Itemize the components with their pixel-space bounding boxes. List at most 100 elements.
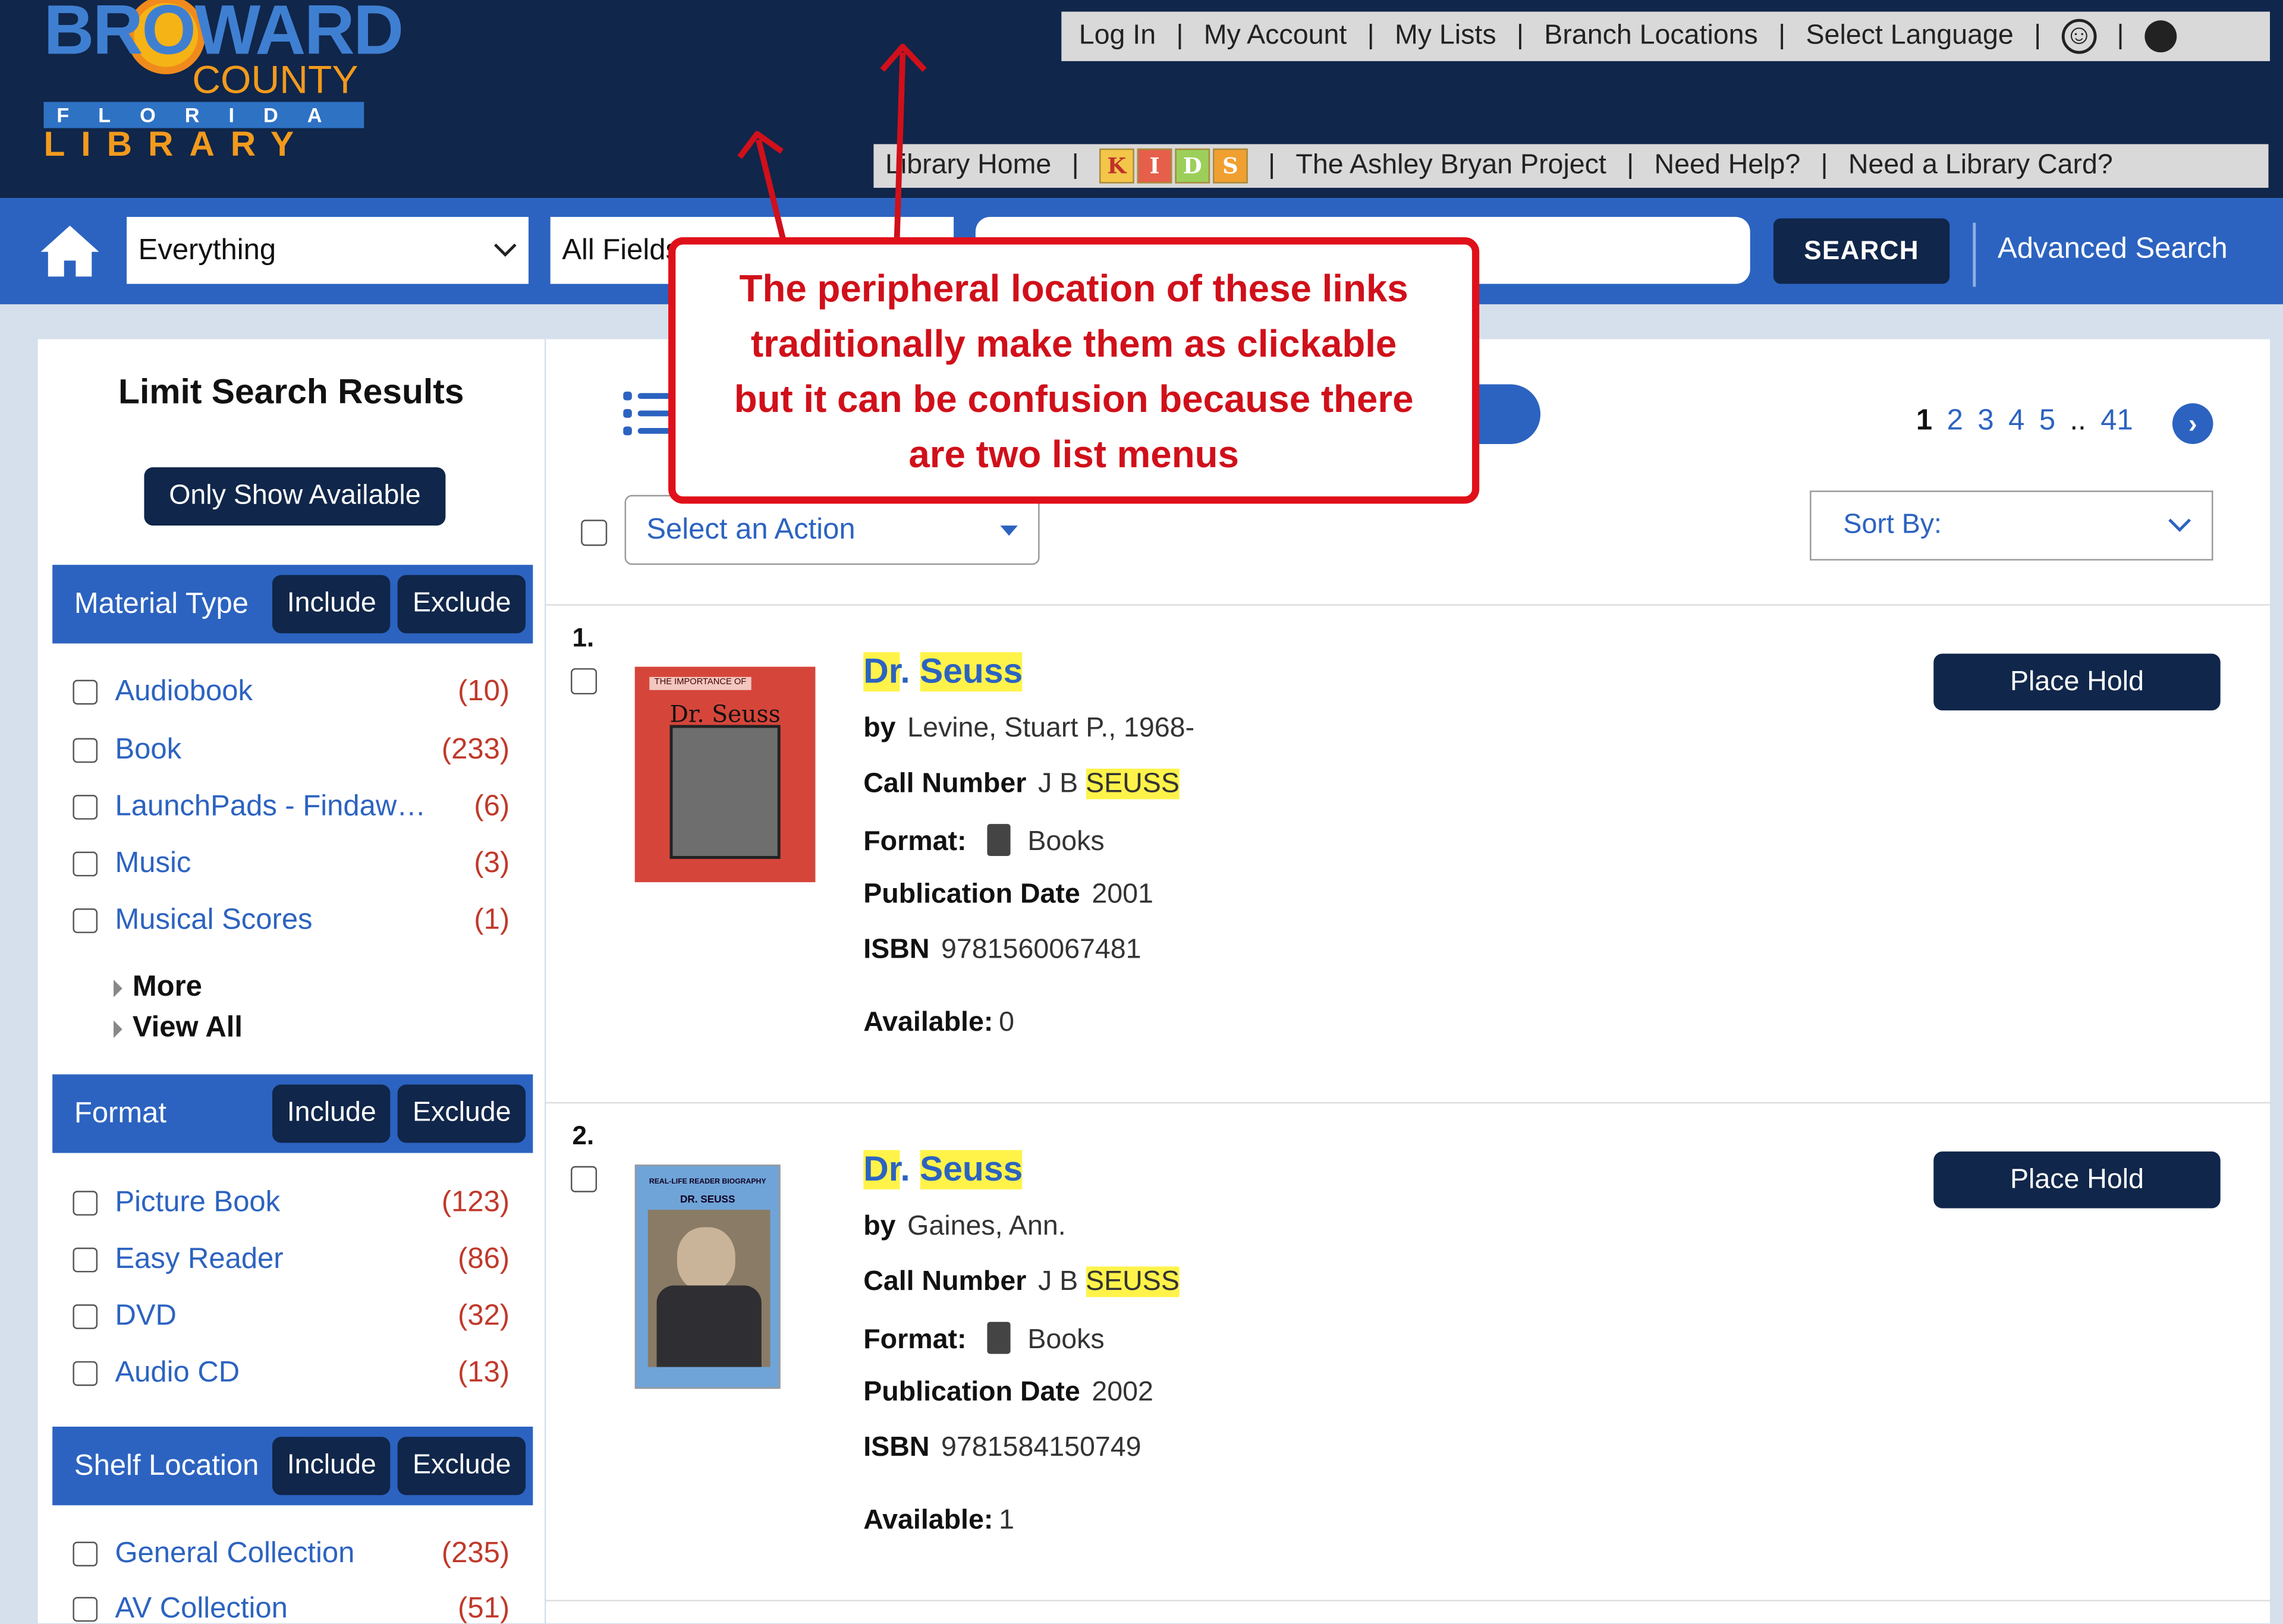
author-link[interactable]: Levine, Stuart P., 1968- (907, 713, 1194, 744)
facet-item[interactable]: General Collection (235) (73, 1533, 510, 1574)
facet-checkbox[interactable] (73, 737, 98, 763)
search-scope-select[interactable]: Everything (127, 216, 529, 284)
nav-separator: | (1071, 150, 1079, 181)
facet-count: (13) (458, 1356, 510, 1389)
result-number: 1. (572, 623, 595, 653)
facet-item[interactable]: Easy Reader (86) (73, 1239, 510, 1280)
cover-subtitle: REAL-LIFE READER BIOGRAPHY (649, 1178, 766, 1186)
page-link[interactable]: 2 (1947, 405, 1963, 438)
field-label: Format: (863, 1324, 967, 1356)
facet-checkbox[interactable] (73, 794, 98, 819)
exclude-button[interactable]: Exclude (398, 1437, 526, 1496)
facet-label[interactable]: Picture Book (115, 1186, 441, 1219)
kids-blocks-logo[interactable]: K I D S (1099, 148, 1248, 184)
facet-item[interactable]: DVD (32) (73, 1296, 510, 1337)
facet-label[interactable]: General Collection (115, 1537, 441, 1570)
help-icon[interactable]: ? (2144, 20, 2177, 53)
sort-by-dropdown[interactable]: Sort By: (1810, 490, 2213, 561)
author-link[interactable]: Gaines, Ann. (907, 1211, 1065, 1242)
facet-item[interactable]: Picture Book (123) (73, 1182, 510, 1223)
list-view-icon[interactable] (623, 390, 673, 445)
book-cover-image[interactable]: REAL-LIFE READER BIOGRAPHY DR. SEUSS (634, 1165, 781, 1389)
page-link[interactable]: 5 (2039, 405, 2055, 438)
result-pub-date: Publication Date 2001 (863, 879, 1153, 911)
page-current[interactable]: 1 (1916, 405, 1932, 438)
place-hold-button[interactable]: Place Hold (1933, 1151, 2221, 1208)
result-pub-date: Publication Date 2002 (863, 1377, 1153, 1409)
facet-label[interactable]: Book (115, 733, 441, 766)
facet-checkbox[interactable] (73, 1247, 98, 1272)
place-hold-button[interactable]: Place Hold (1933, 653, 2221, 711)
search-button[interactable]: SEARCH (1773, 218, 1950, 284)
nav-select-language[interactable]: Select Language (1806, 20, 2014, 52)
nav-branch-locations[interactable]: Branch Locations (1544, 20, 1758, 52)
facet-checkbox[interactable] (73, 851, 98, 876)
facet-checkbox[interactable] (73, 679, 98, 704)
facet-item[interactable]: AV Collection (51) (73, 1588, 510, 1623)
facet-label[interactable]: LaunchPads - Findaw… (115, 790, 474, 823)
nav-ashley-bryan[interactable]: The Ashley Bryan Project (1295, 150, 1606, 182)
result-isbn: ISBN 9781560067481 (863, 934, 1141, 967)
include-button[interactable]: Include (272, 1437, 391, 1496)
select-action-dropdown[interactable]: Select an Action (624, 495, 1040, 565)
facet-item[interactable]: Audio CD (13) (73, 1352, 510, 1393)
result-checkbox[interactable] (571, 668, 598, 695)
pagination: 1 2 3 4 5 .. 41 (1916, 405, 2147, 438)
facet-label[interactable]: Musical Scores (115, 904, 474, 937)
facet-more-toggle[interactable]: More (114, 971, 202, 1004)
annotation-line: but it can be confusion because there (734, 376, 1414, 420)
next-page-icon[interactable]: › (2172, 403, 2213, 444)
facet-checkbox[interactable] (73, 1190, 98, 1215)
facet-item[interactable]: Music (3) (73, 843, 510, 884)
exclude-button[interactable]: Exclude (398, 575, 526, 634)
facet-label[interactable]: Audiobook (115, 675, 458, 708)
nav-library-home[interactable]: Library Home (885, 150, 1051, 182)
result-format: Format: Books (863, 824, 1105, 859)
cover-title: Dr. Seuss (669, 700, 781, 728)
page-link-last[interactable]: 41 (2100, 405, 2133, 438)
facet-label[interactable]: DVD (115, 1299, 458, 1333)
chevron-down-icon (493, 243, 517, 257)
title-highlight: Seuss (920, 652, 1023, 692)
facet-item[interactable]: LaunchPads - Findaw… (6) (73, 786, 510, 827)
facet-label[interactable]: AV Collection (115, 1592, 458, 1623)
title-highlight: Seuss (920, 1150, 1023, 1189)
result-author: by Gaines, Ann. (863, 1211, 1065, 1244)
accessibility-icon[interactable]: ☺ (2061, 18, 2097, 54)
result-title-link[interactable]: Dr. Seuss (863, 1150, 1023, 1191)
library-logo[interactable]: BROWARD COUNTY FLORIDA LIBRARY (43, 0, 404, 165)
facet-item[interactable]: Book (233) (73, 729, 510, 770)
facet-item[interactable]: Musical Scores (1) (73, 899, 510, 940)
advanced-search-link[interactable]: Advanced Search (1998, 233, 2228, 266)
nav-log-in[interactable]: Log In (1079, 20, 1156, 52)
nav-library-card[interactable]: Need a Library Card? (1848, 150, 2113, 182)
facet-checkbox[interactable] (73, 1360, 98, 1386)
nav-need-help[interactable]: Need Help? (1655, 150, 1801, 182)
nav-my-account[interactable]: My Account (1204, 20, 1347, 52)
result-checkbox[interactable] (571, 1166, 598, 1192)
book-icon (986, 1321, 1010, 1354)
select-all-checkbox[interactable] (581, 520, 608, 546)
facet-view-all-toggle[interactable]: View All (114, 1012, 243, 1045)
home-icon[interactable] (38, 221, 102, 279)
page-link[interactable]: 3 (1977, 405, 1993, 438)
facet-label[interactable]: Audio CD (115, 1356, 458, 1389)
facet-item[interactable]: Audiobook (10) (73, 671, 510, 712)
facet-label[interactable]: Music (115, 846, 474, 880)
page-link[interactable]: 4 (2008, 405, 2024, 438)
include-button[interactable]: Include (272, 1084, 391, 1143)
view-toggle-pill[interactable] (1470, 384, 1541, 444)
facet-checkbox[interactable] (73, 1596, 98, 1621)
book-cover-image[interactable]: THE IMPORTANCE OF Dr. Seuss (634, 666, 816, 883)
exclude-button[interactable]: Exclude (398, 1084, 526, 1143)
result-title-link[interactable]: Dr. Seuss (863, 652, 1023, 693)
only-show-available-button[interactable]: Only Show Available (144, 467, 446, 526)
facet-checkbox[interactable] (73, 907, 98, 933)
divider (546, 1600, 2270, 1601)
facet-checkbox[interactable] (73, 1541, 98, 1566)
facet-label[interactable]: Easy Reader (115, 1242, 458, 1276)
field-label: ISBN (863, 934, 930, 965)
include-button[interactable]: Include (272, 575, 391, 634)
facet-checkbox[interactable] (73, 1304, 98, 1329)
nav-my-lists[interactable]: My Lists (1395, 20, 1496, 52)
